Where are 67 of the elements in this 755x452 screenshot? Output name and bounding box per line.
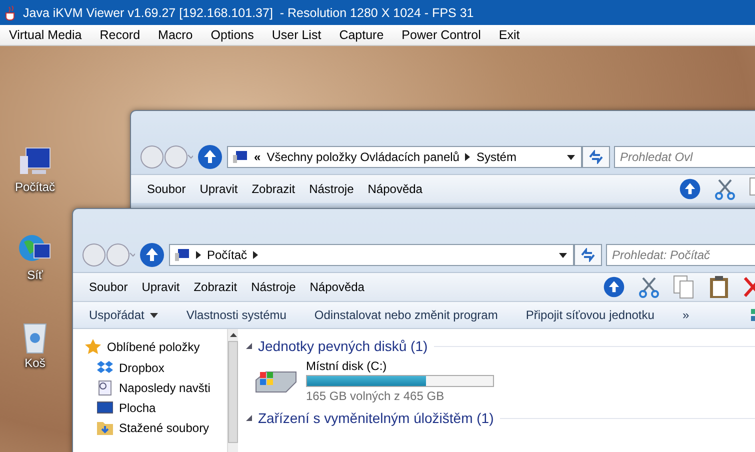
command-button[interactable]: Odinstalovat nebo změnit program (314, 308, 498, 322)
menu-item[interactable]: Virtual Media (0, 28, 91, 42)
caret-icon[interactable] (150, 312, 158, 318)
dropdown-arrow-icon[interactable] (567, 154, 575, 160)
control-panel-icon (232, 150, 248, 164)
chevron-right-icon (253, 251, 258, 259)
drive-name[interactable]: Místní disk (C:) (306, 359, 494, 373)
command-button[interactable]: Vlastnosti systému (186, 308, 286, 322)
free-space-text: 165 GB volných z 465 GB (306, 389, 446, 403)
dropdown-arrow-icon[interactable] (559, 252, 567, 258)
menu-item[interactable]: Nápověda (368, 182, 422, 196)
breadcrumb-item[interactable]: Všechny položky Ovládacích panelů (266, 150, 460, 164)
search-field[interactable]: Prohledat Ovl (614, 146, 755, 168)
window-title: Java iKVM Viewer v1.69.27 [192.168.101.37] - Resolution 1280 X 1024 - FPS 31 (23, 6, 474, 20)
refresh-button[interactable] (582, 146, 610, 168)
section-header[interactable]: Jednotky pevných disků (1) (258, 338, 428, 354)
menu-item[interactable]: Upravit (200, 182, 238, 196)
breadcrumb-prefix: « (254, 150, 261, 164)
clipboard-icon[interactable] (709, 275, 729, 299)
copy-icon[interactable] (673, 275, 695, 299)
collapse-triangle-icon[interactable] (246, 415, 252, 421)
navigation-item[interactable]: Stažené soubory (119, 421, 210, 435)
overflow-button[interactable]: » (682, 308, 690, 322)
dropbox-icon (97, 360, 113, 375)
menu-item[interactable]: Options (202, 28, 263, 42)
menu-item[interactable]: Record (90, 28, 150, 42)
menu-item[interactable]: Nápověda (310, 280, 364, 294)
chevron-right-icon (196, 251, 201, 259)
command-button[interactable]: Uspořádat (89, 308, 158, 322)
computer-icon (174, 248, 190, 262)
address-bar[interactable]: Počítač (169, 244, 574, 266)
menu-item[interactable]: Exit (490, 28, 529, 42)
desktop-icon (97, 401, 113, 415)
section-header[interactable]: Zařízení s vyměnitelným úložištěm (1) (258, 410, 494, 426)
menu-item[interactable]: Zobrazit (194, 280, 238, 294)
scissors-icon[interactable] (639, 276, 659, 298)
command-button[interactable]: Připojit síťovou jednotku (526, 308, 654, 322)
navigation-item[interactable]: Oblíbené položky (107, 340, 200, 354)
menu-item[interactable]: User List (262, 28, 330, 42)
navigation-item[interactable]: Dropbox (119, 360, 164, 374)
menu-item[interactable]: Power Control (392, 28, 490, 42)
breadcrumb-item[interactable]: Počítač (207, 248, 248, 262)
navigation-item[interactable]: Plocha (119, 401, 156, 415)
menu-item[interactable]: Nástroje (251, 280, 296, 294)
refresh-button[interactable] (574, 244, 602, 266)
menu-item[interactable]: Zobrazit (252, 182, 296, 196)
refresh-icon[interactable] (588, 150, 604, 164)
navigation-item[interactable]: Naposledy navšti (119, 381, 210, 395)
menu-item[interactable]: Nástroje (309, 182, 354, 196)
scroll-up-arrow-icon[interactable] (230, 333, 236, 337)
download-folder-icon (97, 420, 113, 436)
star-icon (85, 339, 101, 355)
scrollbar[interactable] (227, 329, 238, 452)
recent-places-icon (97, 380, 113, 396)
menu-item[interactable]: Capture (330, 28, 393, 42)
collapse-triangle-icon[interactable] (246, 343, 252, 349)
menu-item[interactable]: Soubor (89, 280, 128, 294)
menu-item[interactable]: Macro (149, 28, 202, 42)
desktop-icon-label[interactable]: Koš (24, 356, 46, 370)
address-bar[interactable]: « Všechny položky Ovládacích panelů Systém (227, 146, 582, 168)
scissors-icon[interactable] (715, 178, 735, 200)
menu-item[interactable]: Soubor (147, 182, 186, 196)
search-field[interactable]: Prohledat: Počítač (606, 244, 755, 266)
menu-item[interactable]: Upravit (142, 280, 180, 294)
chevron-right-icon (465, 153, 470, 161)
breadcrumb-item[interactable]: Systém (476, 150, 516, 164)
refresh-icon[interactable] (580, 248, 596, 262)
